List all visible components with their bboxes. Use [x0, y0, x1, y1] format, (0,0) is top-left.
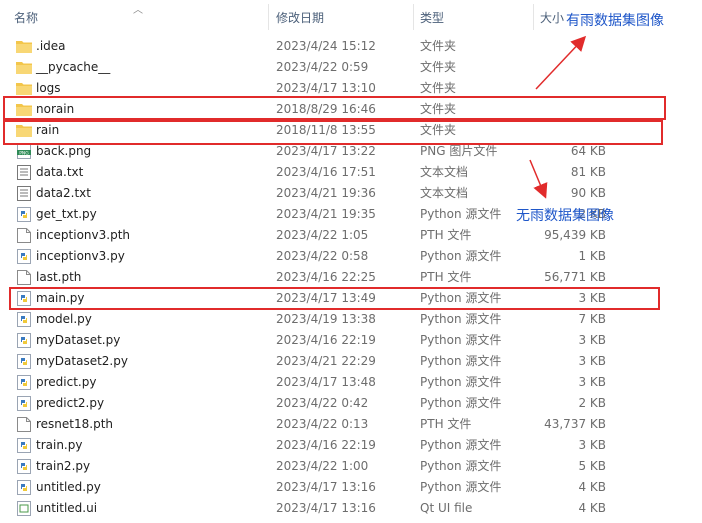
annotation-rain-label: 有雨数据集图像: [566, 13, 664, 29]
arrow-to-rain-label: [535, 35, 587, 90]
annotation-norain-label: 无雨数据集图像: [516, 208, 614, 224]
arrow-to-norain-label: [529, 159, 548, 199]
annotation-arrows: [529, 35, 587, 199]
